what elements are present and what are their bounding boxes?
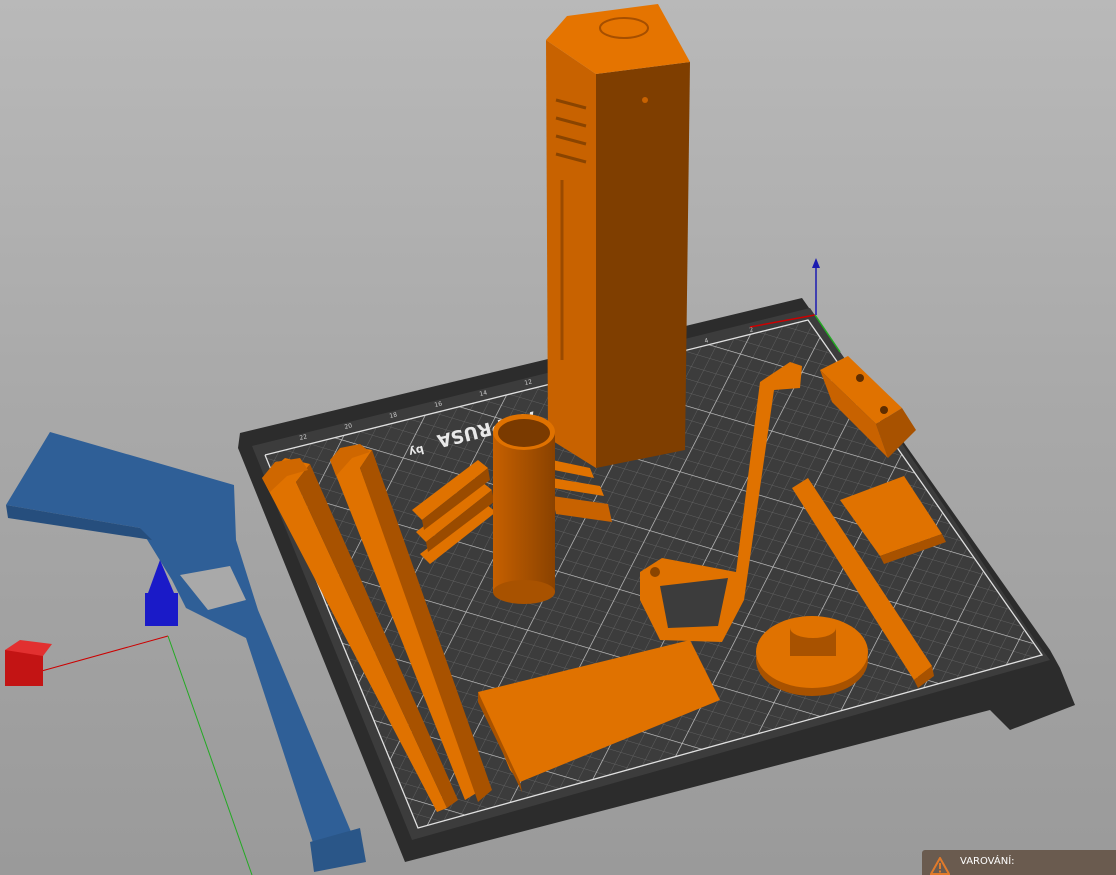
disc-boss-top — [790, 618, 836, 638]
gizmo-center-cube[interactable] — [145, 593, 178, 626]
bed-z-axis-arrow — [812, 258, 820, 268]
frame-pin-hole — [650, 567, 660, 577]
warning-notification[interactable]: VAROVÁNÍ: — [922, 850, 1116, 875]
tall-box-front-face — [596, 62, 690, 468]
gizmo-x-cube[interactable] — [5, 650, 43, 686]
model-tube[interactable] — [493, 414, 555, 604]
x-axis-line — [37, 635, 169, 673]
tube-body — [493, 432, 555, 592]
tube-top-hole — [498, 419, 550, 447]
warning-label: VAROVÁNÍ: — [960, 856, 1015, 867]
y-axis-line — [167, 635, 253, 875]
block-hole-1 — [856, 374, 864, 382]
warning-icon — [930, 857, 950, 875]
3d-viewport[interactable]: 22 20 18 16 14 12 4 2 AL PRUSA by — [0, 0, 1116, 875]
block-hole-2 — [880, 406, 888, 414]
model-disc[interactable] — [756, 616, 868, 696]
model-tall-box[interactable] — [546, 4, 690, 468]
move-gizmo[interactable] — [5, 560, 178, 686]
tall-box-pin-hole — [642, 97, 648, 103]
tube-bottom — [493, 580, 555, 604]
frame-trigger-window — [660, 578, 728, 628]
